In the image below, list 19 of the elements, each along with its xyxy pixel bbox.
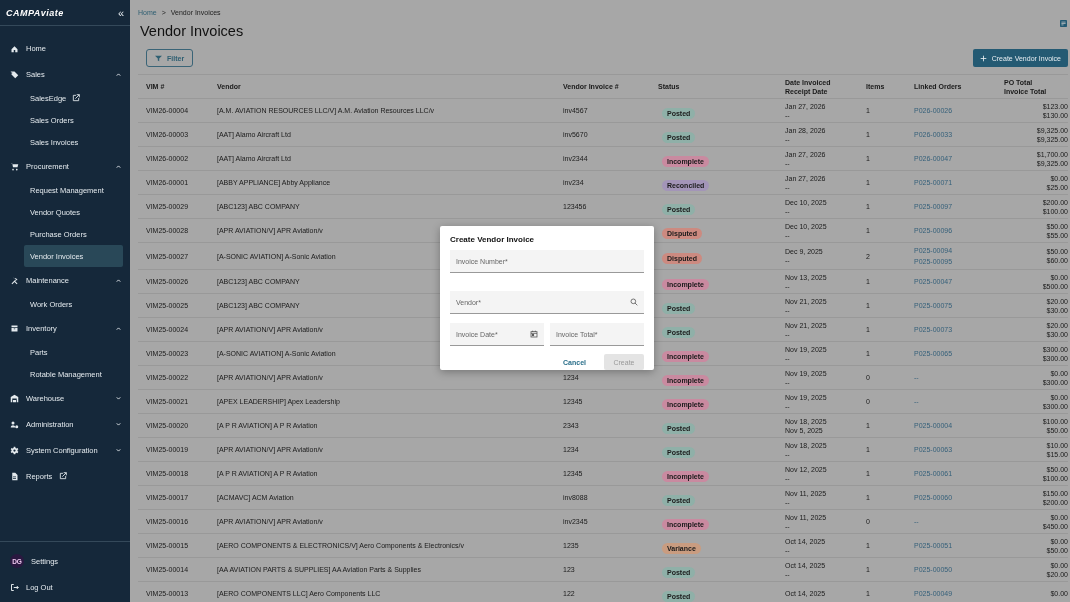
tools-icon <box>10 275 19 285</box>
columns-icon[interactable] <box>1060 20 1067 27</box>
document-icon <box>10 471 19 481</box>
plus-icon <box>979 54 987 62</box>
cart-icon <box>10 161 19 171</box>
logo: CAMPAviate <box>6 7 64 18</box>
collapse-button[interactable]: « <box>117 6 124 19</box>
settings-icon <box>10 445 19 455</box>
archive-icon <box>10 323 19 333</box>
warehouse-icon <box>10 393 19 403</box>
home-icon <box>10 43 19 53</box>
user-gear-icon <box>10 419 19 429</box>
search-icon <box>630 298 638 306</box>
calendar-icon <box>530 330 538 338</box>
logout-icon <box>10 582 19 592</box>
page-title: Vendor Invoices <box>140 23 244 39</box>
dialog-title: Create Vendor Invoice <box>450 235 536 244</box>
tag-icon <box>10 69 19 79</box>
filter-icon <box>155 54 162 62</box>
